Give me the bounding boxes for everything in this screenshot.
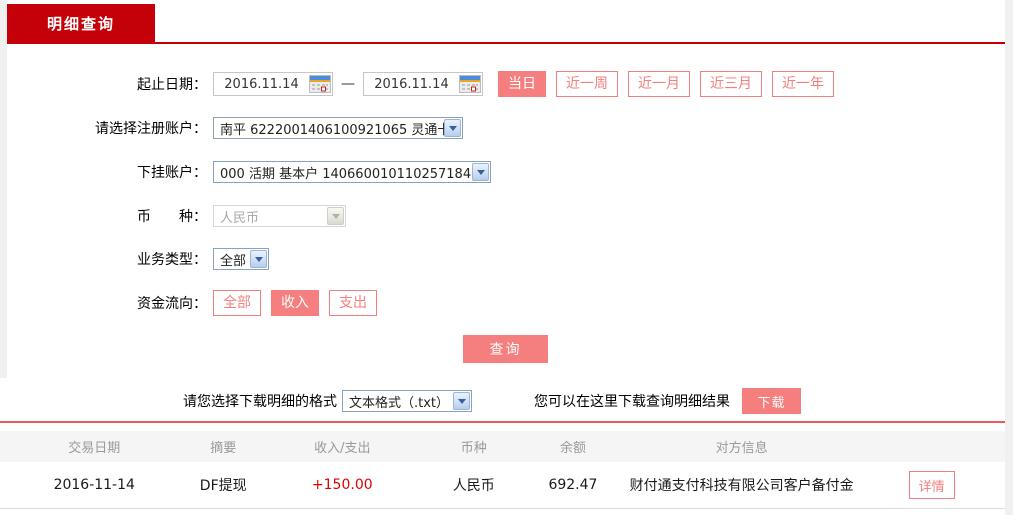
quick-range-3months-button[interactable]: 近三月 (700, 71, 762, 97)
business-type-label: 业务类型： (137, 252, 207, 268)
query-panel: 明细查询 起止日期： 2016.11.14 — 2016.11.14 当日 近一… (7, 0, 1005, 378)
download-row: 请您选择下载明细的格式 文本格式（.txt） 您可以在这里下载查询明细结果 下载 (0, 386, 1005, 416)
column-header-amount: 收入/支出 (314, 441, 371, 456)
currency-row: 币 种： 人民币 (7, 203, 1005, 229)
sub-account-select[interactable]: 000 活期 基本户 1406600101102571848 (213, 161, 491, 183)
currency-select: 人民币 (213, 205, 346, 227)
cell-balance: 692.47 (548, 477, 598, 493)
end-date-value: 2016.11.14 (374, 76, 449, 92)
chevron-down-icon (444, 119, 461, 137)
results-panel: 请您选择下载明细的格式 文本格式（.txt） 您可以在这里下载查询明细结果 下载… (0, 378, 1005, 515)
currency-label: 币 种： (137, 209, 207, 225)
quick-range-year-button[interactable]: 近一年 (772, 71, 834, 97)
end-date-input[interactable]: 2016.11.14 (363, 72, 483, 96)
register-account-label: 请选择注册账户： (95, 121, 207, 137)
calendar-icon[interactable] (459, 75, 481, 93)
fund-flow-row: 资金流向： 全部 收入 支出 (7, 290, 1005, 316)
cell-summary: DF提现 (199, 478, 247, 494)
chevron-down-icon (453, 392, 470, 410)
column-header-currency: 币种 (460, 441, 487, 456)
fund-flow-label: 资金流向： (137, 296, 207, 312)
quick-range-month-button[interactable]: 近一月 (628, 71, 690, 97)
fund-flow-expense-button[interactable]: 支出 (329, 290, 377, 316)
fund-flow-income-button[interactable]: 收入 (271, 290, 319, 316)
column-header-counterparty: 对方信息 (715, 441, 768, 456)
table-header-row: 交易日期 摘要 收入/支出 币种 余额 对方信息 (0, 431, 1005, 462)
register-account-value: 南平 6222001406100921065 灵通卡 (220, 122, 451, 138)
table-separator-line (0, 421, 1005, 423)
detail-button[interactable]: 详情 (908, 471, 955, 499)
download-button[interactable]: 下载 (742, 388, 801, 414)
fund-flow-all-button[interactable]: 全部 (213, 290, 261, 316)
calendar-icon[interactable] (309, 75, 331, 93)
query-button[interactable]: 查询 (463, 335, 548, 363)
column-header-summary: 摘要 (210, 441, 237, 456)
sub-account-row: 下挂账户： 000 活期 基本户 1406600101102571848 (7, 159, 1005, 185)
start-date-value: 2016.11.14 (224, 76, 299, 92)
chevron-down-icon (472, 163, 489, 181)
sub-account-label: 下挂账户： (137, 165, 207, 181)
tab-detail-query[interactable]: 明细查询 (7, 4, 155, 42)
column-header-date: 交易日期 (68, 441, 121, 456)
chevron-down-icon (250, 250, 267, 268)
tab-underline (7, 42, 1005, 44)
download-format-select[interactable]: 文本格式（.txt） (342, 390, 472, 412)
register-account-select[interactable]: 南平 6222001406100921065 灵通卡 (213, 117, 463, 139)
date-range-label: 起止日期： (137, 77, 207, 93)
download-hint: 您可以在这里下载查询明细结果 (534, 394, 730, 410)
quick-range-week-button[interactable]: 近一周 (556, 71, 618, 97)
date-range-row: 起止日期： 2016.11.14 — 2016.11.14 当日 近一周 近一月… (7, 71, 1005, 97)
business-type-row: 业务类型： 全部 (7, 246, 1005, 272)
cell-date: 2016-11-14 (53, 477, 135, 493)
chevron-down-icon (327, 207, 344, 225)
download-format-label: 请您选择下载明细的格式 (183, 394, 337, 410)
quick-range-today-button[interactable]: 当日 (498, 71, 546, 97)
column-header-balance: 余额 (559, 441, 586, 456)
sub-account-value: 000 活期 基本户 1406600101102571848 (220, 166, 480, 182)
start-date-input[interactable]: 2016.11.14 (213, 72, 333, 96)
cell-amount: +150.00 (311, 477, 373, 493)
cell-counterparty: 财付通支付科技有限公司客户备付金 (629, 478, 854, 494)
business-type-select[interactable]: 全部 (213, 248, 269, 270)
table-row: 2016-11-14 DF提现 +150.00 人民币 692.47 财付通支付… (0, 462, 1005, 509)
date-separator: — (341, 76, 355, 92)
register-account-row: 请选择注册账户： 南平 6222001406100921065 灵通卡 (7, 115, 1005, 141)
cell-currency: 人民币 (452, 478, 495, 494)
